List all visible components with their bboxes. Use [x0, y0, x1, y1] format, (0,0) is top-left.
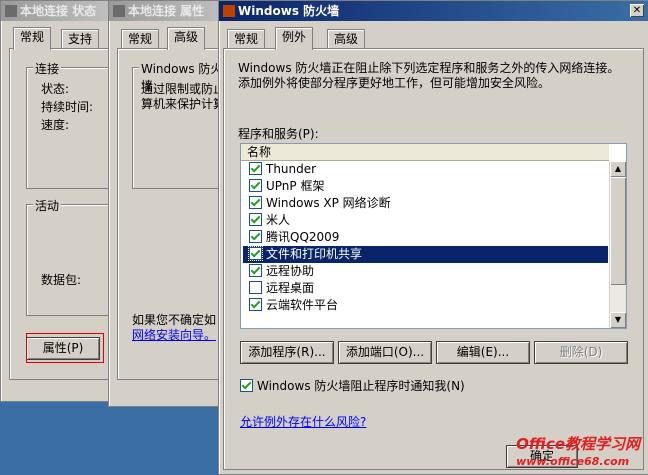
scroll-thumb[interactable]	[610, 177, 626, 285]
program-checkbox[interactable]	[249, 213, 262, 226]
scroll-up-icon[interactable]: ▲	[610, 161, 626, 177]
scroll-down-icon[interactable]: ▼	[610, 312, 626, 328]
packets-label: 数据包:	[41, 273, 82, 287]
watermark: Office教程学习网 www.office68.com	[516, 433, 640, 468]
connection-group-title: 连接	[33, 60, 62, 77]
program-name: 远程桌面	[266, 281, 315, 295]
tab-exceptions[interactable]: 例外	[275, 27, 314, 50]
tab-advanced[interactable]: 高级	[167, 27, 206, 50]
programs-scrollbar[interactable]: ▲ ▼	[609, 161, 626, 328]
status-label: 状态:	[41, 82, 70, 96]
program-row[interactable]: 腾讯QQ2009	[243, 229, 608, 246]
program-checkbox[interactable]	[248, 246, 263, 261]
connection-properties-window: 本地连接 属性 常规 高级 Windows 防火墙 通过限制或防止 算机来保护计…	[108, 0, 234, 407]
close-icon[interactable]: ✕	[630, 4, 644, 17]
program-checkbox[interactable]	[249, 196, 262, 209]
connection-group: 连接 状态: 持续时间: 速度:	[26, 60, 118, 189]
program-row[interactable]: 云端软件平台	[243, 297, 608, 314]
connection-properties-titlebar[interactable]: 本地连接 属性	[109, 1, 229, 21]
properties-tab-panel: Windows 防火墙 通过限制或防止 算机来保护计算 如果您不确定如 网络安装…	[117, 48, 234, 380]
firewall-description: 通过限制或防止 算机来保护计算	[141, 82, 226, 111]
program-checkbox[interactable]	[249, 162, 262, 175]
connection-status-titlebar[interactable]: 本地连接 状态	[1, 1, 111, 21]
firewall-titlebar[interactable]: Windows 防火墙 ✕	[219, 1, 648, 21]
risk-link[interactable]: 允许例外存在什么风险?	[240, 413, 366, 430]
program-name: Windows XP 网络诊断	[266, 196, 391, 210]
program-row[interactable]: 米人	[243, 212, 608, 229]
program-checkbox[interactable]	[249, 264, 262, 277]
program-checkbox[interactable]	[249, 179, 262, 192]
activity-group: 活动 数据包:	[26, 197, 118, 316]
program-row[interactable]: Windows XP 网络诊断	[243, 195, 608, 212]
properties-highlight-box	[26, 333, 104, 363]
firewall-icon	[223, 5, 235, 17]
exceptions-tab-panel: Windows 防火墙正在阻止除下列选定程序和服务之外的传入网络连接。添加例外将…	[223, 48, 644, 470]
network-icon	[113, 5, 125, 17]
program-name: 腾讯QQ2009	[266, 230, 340, 244]
tab-support[interactable]: 支持	[61, 29, 100, 49]
notify-option[interactable]: Windows 防火墙阻止程序时通知我(N)	[240, 377, 465, 394]
network-wizard-link[interactable]: 网络安装向导。	[132, 326, 216, 343]
tab-general[interactable]: 常规	[13, 27, 52, 50]
program-checkbox[interactable]	[249, 281, 262, 294]
connection-status-window: 本地连接 状态 常规 支持 连接 状态: 持续时间: 速度: 活动 数据包: 属…	[0, 0, 118, 402]
program-name: Thunder	[266, 162, 317, 176]
duration-label: 持续时间:	[41, 100, 94, 114]
program-name: 米人	[266, 213, 291, 227]
notify-checkbox[interactable]	[240, 379, 253, 392]
firewall-window: Windows 防火墙 ✕ 常规 例外 高级 Windows 防火墙正在阻止除下…	[218, 0, 648, 475]
tab-advanced[interactable]: 高级	[327, 29, 366, 49]
program-row[interactable]: Thunder	[243, 161, 608, 178]
program-name: 远程协助	[266, 264, 315, 278]
speed-label: 速度:	[41, 118, 70, 132]
programs-label: 程序和服务(P):	[238, 127, 319, 141]
tab-general[interactable]: 常规	[227, 29, 266, 49]
tab-general[interactable]: 常规	[121, 29, 160, 49]
column-header-name[interactable]: 名称	[241, 144, 609, 161]
edit-button[interactable]: 编辑(E)...	[436, 341, 530, 364]
program-checkbox[interactable]	[249, 298, 262, 311]
program-checkbox[interactable]	[249, 230, 262, 243]
delete-button[interactable]: 删除(D)	[534, 341, 628, 364]
status-tab-panel: 连接 状态: 持续时间: 速度: 活动 数据包: 属性(P)	[9, 48, 118, 380]
add-port-button[interactable]: 添加端口(O)...	[338, 341, 432, 364]
add-program-button[interactable]: 添加程序(R)...	[240, 341, 334, 364]
program-name: UPnP 框架	[266, 179, 325, 193]
activity-group-title: 活动	[33, 197, 62, 214]
network-icon	[5, 5, 17, 17]
program-row[interactable]: 文件和打印机共享	[243, 246, 608, 263]
program-row[interactable]: UPnP 框架	[243, 178, 608, 195]
watermark-brand: Office教程学习网	[516, 435, 640, 453]
programs-list[interactable]: 名称 Thunder UPnP 框架 Windows XP 网络诊断 米人腾讯QQ20…	[240, 143, 627, 329]
program-name: 文件和打印机共享	[266, 247, 363, 261]
watermark-url: www.office68.com	[516, 455, 630, 468]
notify-label: Windows 防火墙阻止程序时通知我(N)	[257, 379, 465, 393]
program-row[interactable]: 远程桌面	[243, 280, 608, 297]
program-row[interactable]: 远程协助	[243, 263, 608, 280]
program-name: 云端软件平台	[266, 298, 339, 312]
exceptions-description: Windows 防火墙正在阻止除下列选定程序和服务之外的传入网络连接。添加例外将…	[238, 61, 620, 90]
